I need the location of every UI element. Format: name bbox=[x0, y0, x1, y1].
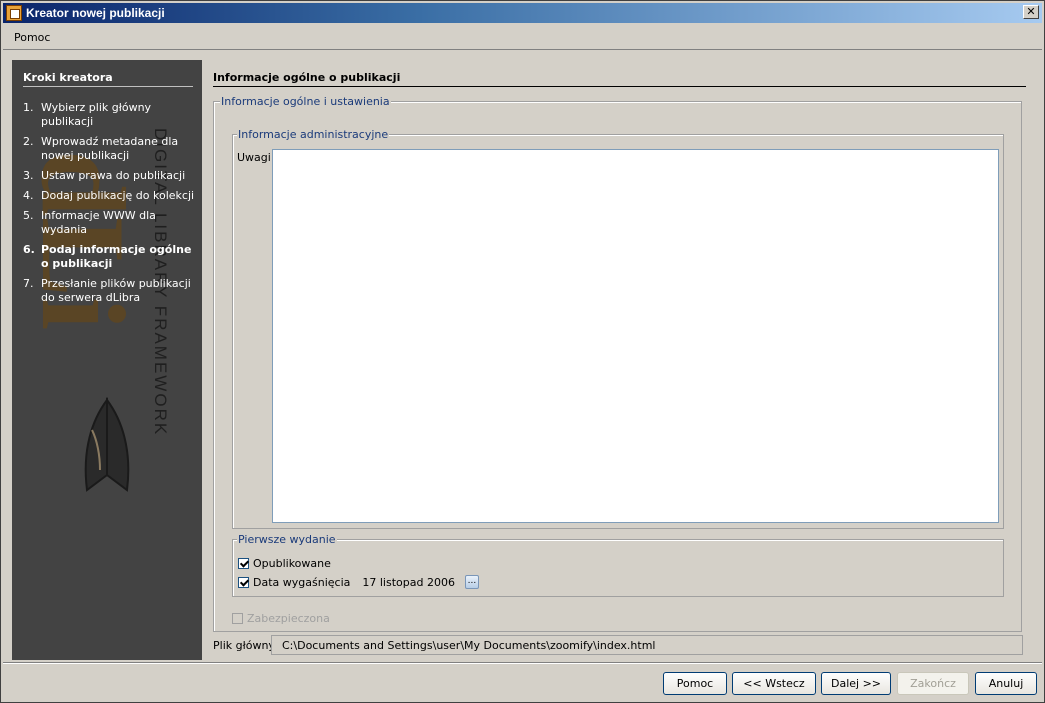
menu-help[interactable]: Pomoc bbox=[14, 31, 50, 44]
step-item-active: 6. Podaj informacje ogólne o publikacji bbox=[23, 243, 192, 270]
page-title: Informacje ogólne o publikacji bbox=[213, 71, 1026, 87]
step-item: 2. Wprowadź metadane dla nowej publikacji bbox=[23, 135, 179, 162]
window-title: Kreator nowej publikacji bbox=[26, 6, 165, 20]
step-item: 5. Informacje WWW dla wydania bbox=[23, 209, 156, 236]
help-button[interactable]: Pomoc bbox=[663, 672, 727, 695]
step-item: 1. Wybierz plik główny publikacji bbox=[23, 101, 152, 128]
app-icon bbox=[6, 5, 22, 21]
published-row: Opublikowane bbox=[238, 557, 331, 570]
steps-list: 1. Wybierz plik główny publikacji 2. Wprow… bbox=[23, 101, 195, 311]
title-bar: Kreator nowej publikacji ✕ bbox=[3, 3, 1042, 23]
first-edition-legend: Pierwsze wydanie bbox=[237, 533, 337, 546]
step-item: 4. Dodaj publikację do kolekcji bbox=[23, 189, 195, 202]
main-panel: Informacje ogólne o publikacji Informacj… bbox=[213, 67, 1027, 661]
expiry-checkbox[interactable] bbox=[238, 576, 249, 588]
steps-title: Kroki kreatora bbox=[23, 71, 193, 87]
secured-row: Zabezpieczona bbox=[232, 612, 330, 625]
wizard-steps-sidebar: dLi DIGITAL LIBRARY FRAMEWORK Kroki krea… bbox=[12, 60, 202, 660]
secured-checkbox[interactable] bbox=[232, 613, 243, 624]
published-checkbox[interactable] bbox=[238, 558, 249, 569]
general-settings-legend: Informacje ogólne i ustawienia bbox=[220, 95, 391, 108]
next-button[interactable]: Dalej >> bbox=[821, 672, 891, 695]
main-file-path-field: C:\Documents and Settings\user\My Docume… bbox=[271, 635, 1023, 655]
expiry-date-value: 17 listopad 2006 bbox=[362, 575, 455, 589]
expiry-label: Data wygaśnięcia bbox=[253, 575, 351, 589]
secured-label: Zabezpieczona bbox=[247, 612, 330, 625]
expiry-row: Data wygaśnięcia 17 listopad 2006 ... bbox=[238, 575, 479, 589]
bottom-separator bbox=[3, 662, 1042, 664]
notes-label: Uwagi bbox=[237, 151, 271, 164]
finish-button[interactable]: Zakończ bbox=[897, 672, 969, 695]
date-picker-button[interactable]: ... bbox=[464, 575, 479, 589]
step-item: 7. Przesłanie plików publikacji do serwer… bbox=[23, 277, 191, 304]
main-file-label: Plik główny bbox=[213, 639, 275, 652]
close-button[interactable]: ✕ bbox=[1023, 5, 1039, 19]
menu-bar: Pomoc bbox=[3, 25, 1042, 50]
step-item: 3. Ustaw prawa do publikacji bbox=[23, 169, 186, 182]
wizard-window: Kreator nowej publikacji ✕ Pomoc dLi DIG… bbox=[0, 0, 1045, 703]
admin-info-legend: Informacje administracyjne bbox=[237, 128, 390, 141]
published-label: Opublikowane bbox=[253, 557, 331, 570]
book-logo-icon bbox=[84, 396, 130, 492]
back-button[interactable]: << Wstecz bbox=[732, 672, 816, 695]
cancel-button[interactable]: Anuluj bbox=[975, 672, 1037, 695]
notes-textarea[interactable] bbox=[272, 149, 999, 523]
